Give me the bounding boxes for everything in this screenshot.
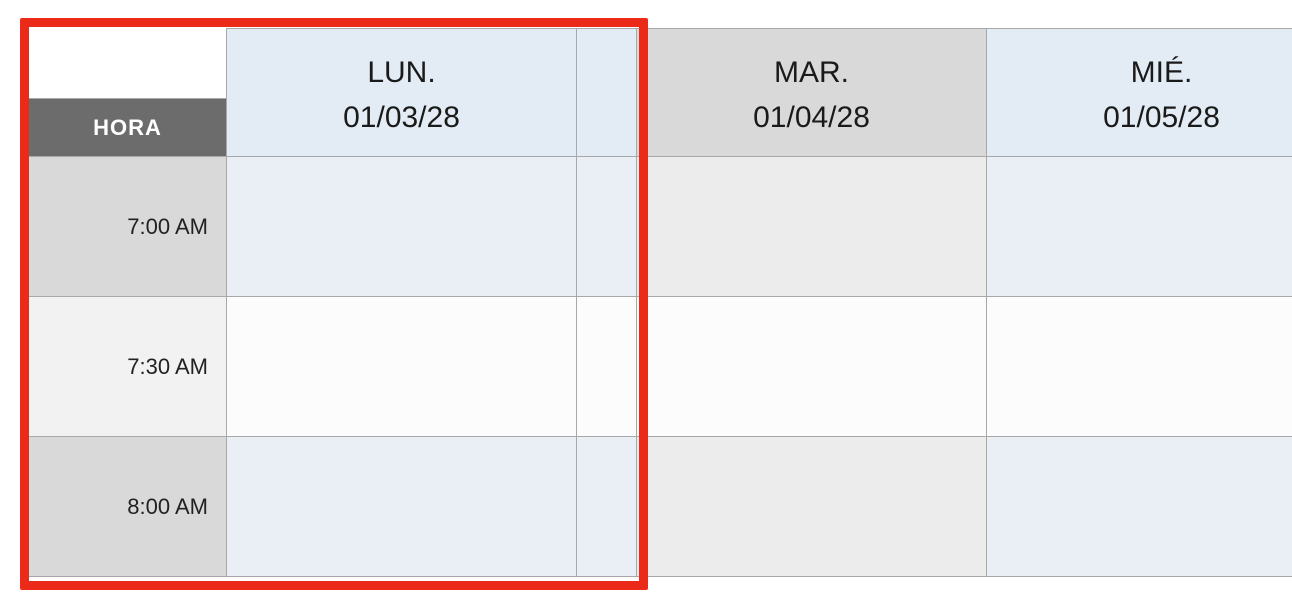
time-cell: 7:30 AM [29,297,227,437]
slot-cell-mon[interactable] [227,437,577,577]
time-label: 7:30 AM [127,354,208,379]
gap-cell [577,157,637,297]
day-header-tue[interactable]: MAR. 01/04/28 [637,29,987,157]
slot-cell-wed[interactable] [987,437,1292,577]
time-cell: 8:00 AM [29,437,227,577]
day-abbr: MIÉ. [987,50,1292,95]
day-header-mon[interactable]: LUN. 01/03/28 [227,29,577,157]
slot-cell-mon[interactable] [227,157,577,297]
hora-label: HORA [93,115,162,140]
slot-cell-mon[interactable] [227,297,577,437]
gap-header [577,29,637,157]
table-row: 7:00 AM [29,157,1292,297]
slot-cell-tue[interactable] [637,157,987,297]
day-date: 01/05/28 [987,95,1292,140]
day-header-wed[interactable]: MIÉ. 01/05/28 [987,29,1292,157]
time-cell: 7:00 AM [29,157,227,297]
schedule-table: LUN. 01/03/28 MAR. 01/04/28 MIÉ. 01/05/2… [28,28,1292,577]
day-abbr: LUN. [227,50,576,95]
slot-cell-tue[interactable] [637,437,987,577]
gap-cell [577,297,637,437]
table-row: 8:00 AM [29,437,1292,577]
day-abbr: MAR. [637,50,986,95]
day-date: 01/04/28 [637,95,986,140]
time-label: 8:00 AM [127,494,208,519]
slot-cell-wed[interactable] [987,157,1292,297]
time-label: 7:00 AM [127,214,208,239]
gap-cell [577,437,637,577]
day-date: 01/03/28 [227,95,576,140]
blank-corner-upper [29,29,227,99]
table-row: 7:30 AM [29,297,1292,437]
slot-cell-wed[interactable] [987,297,1292,437]
slot-cell-tue[interactable] [637,297,987,437]
hora-header: HORA [29,99,227,157]
